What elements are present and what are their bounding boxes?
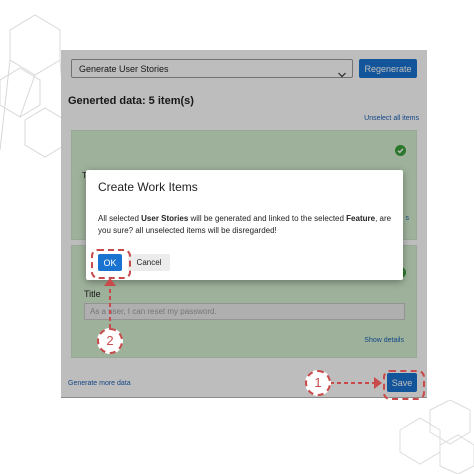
annotation-arrows — [104, 278, 382, 389]
step-2-marker: 2 — [97, 328, 123, 354]
step-1-marker: 1 — [305, 370, 331, 396]
